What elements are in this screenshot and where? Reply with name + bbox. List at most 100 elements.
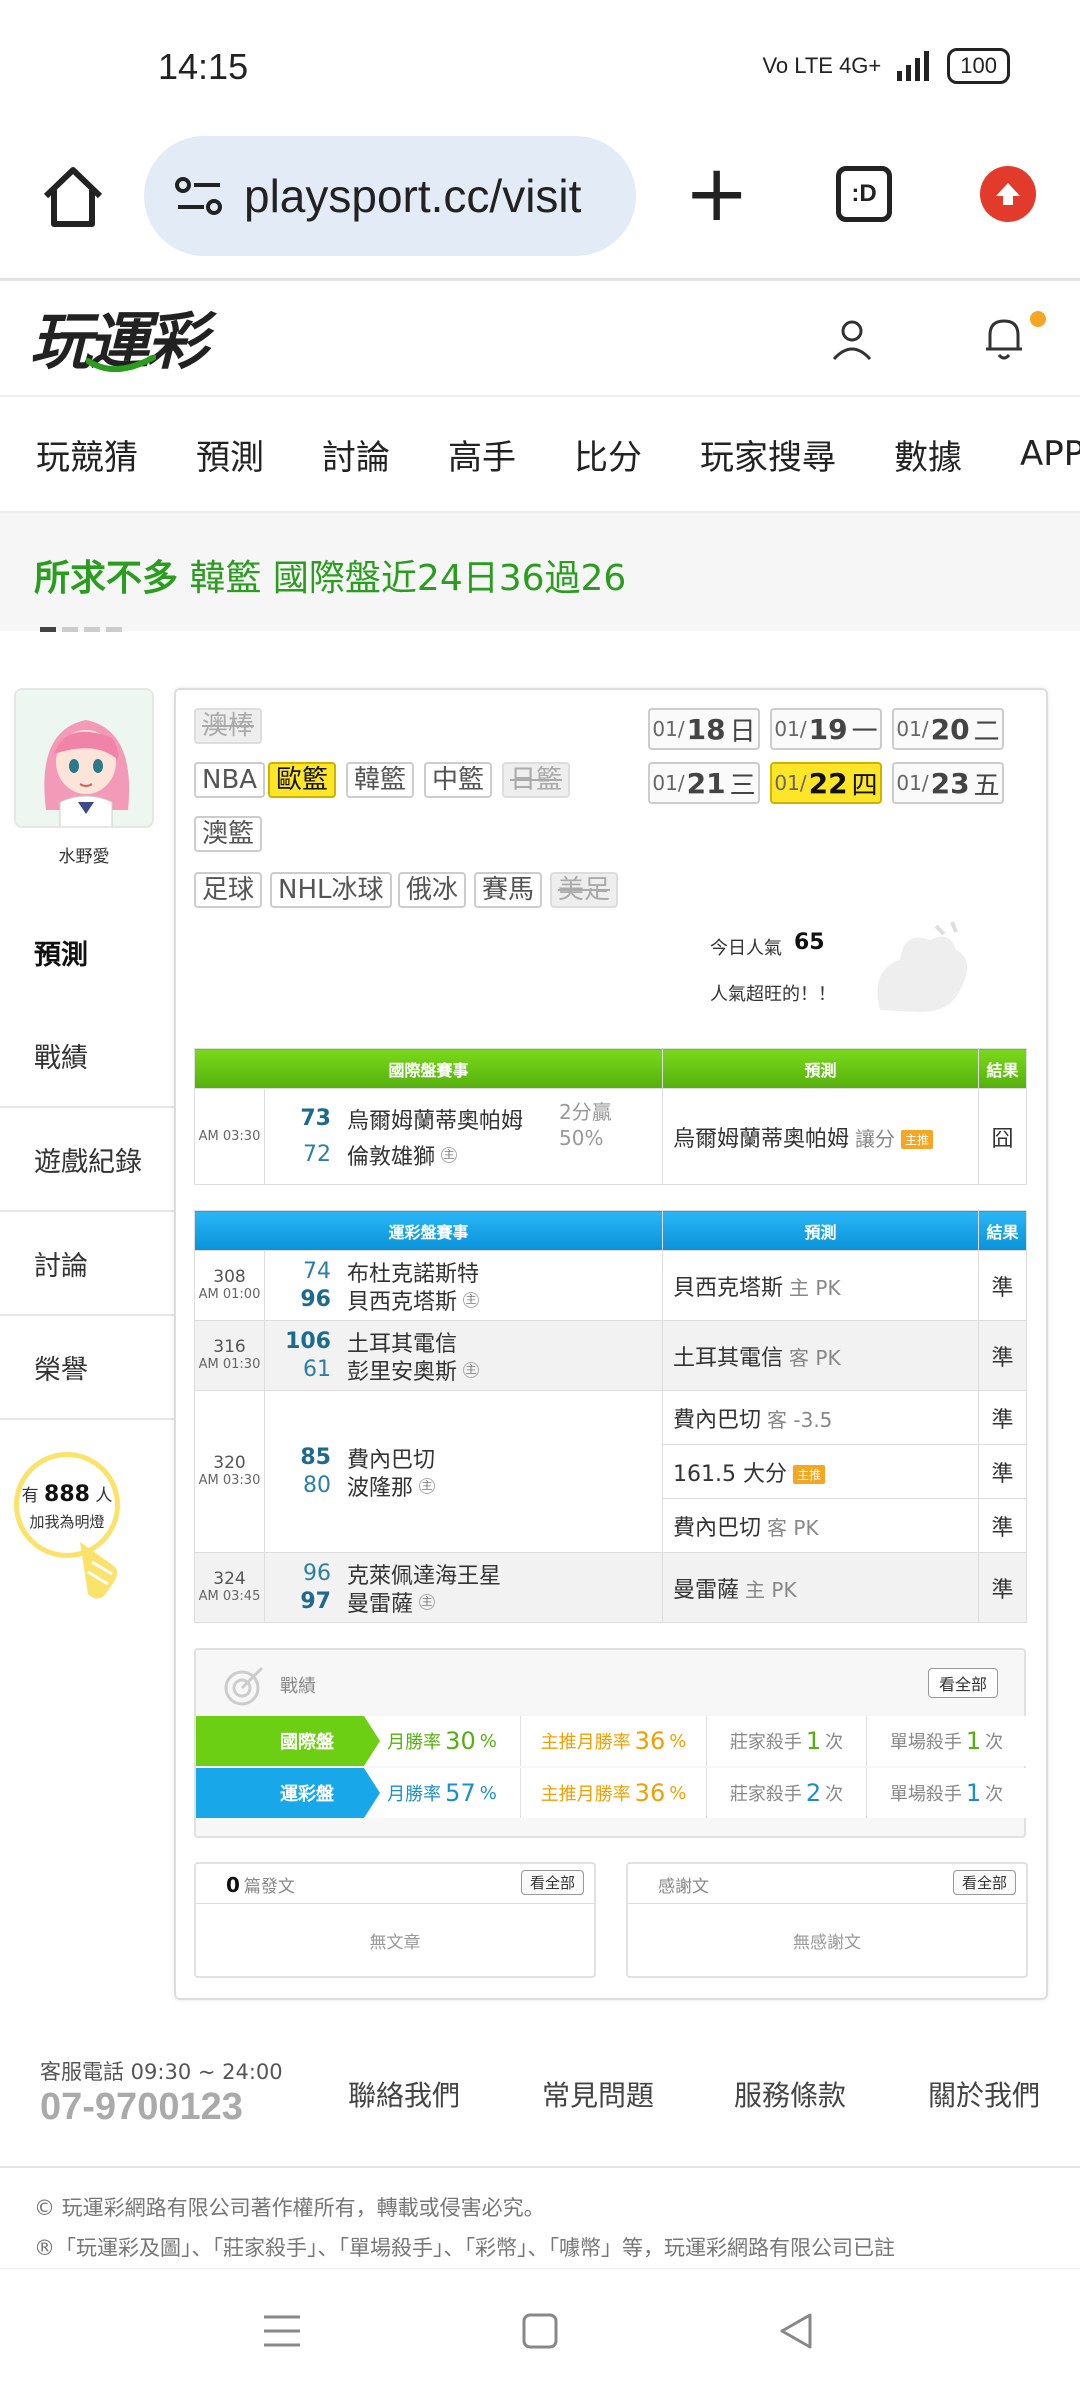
menu-icon[interactable] bbox=[262, 2311, 302, 2351]
user-icon[interactable] bbox=[830, 317, 874, 361]
league-tag-nhl[interactable]: NHL冰球 bbox=[270, 872, 392, 908]
bell-icon[interactable] bbox=[982, 315, 1026, 361]
league-tag-cn-basketball[interactable]: 中籃 bbox=[424, 762, 493, 798]
table-header-result: 結果 bbox=[978, 1048, 1028, 1089]
league-tag-euro-basketball[interactable]: 歐籃 bbox=[268, 762, 337, 798]
table-header-predict: 預測 bbox=[662, 1210, 980, 1251]
nav-item-experts[interactable]: 高手 bbox=[448, 430, 516, 479]
league-tag-kr-basketball[interactable]: 韓籃 bbox=[346, 762, 415, 798]
league-tag-au-baseball[interactable]: 澳棒 bbox=[194, 708, 263, 744]
date-button[interactable]: 01/23 五 bbox=[892, 762, 1004, 804]
new-tab-button[interactable]: + bbox=[684, 155, 749, 233]
nav-item-data[interactable]: 數據 bbox=[894, 430, 962, 479]
nav-item-discuss[interactable]: 討論 bbox=[322, 430, 390, 479]
table-row[interactable]: 316 AM 01:30 106 土耳其電信 61 彭里安奧斯主 土耳其電信客 PK … bbox=[194, 1320, 1028, 1391]
date-button[interactable]: 01/19 一 bbox=[770, 708, 882, 750]
follow-lightbulb-button[interactable]: 有 888 人 加我為明燈 bbox=[14, 1452, 126, 1602]
tab-switcher-button[interactable]: :D bbox=[836, 166, 892, 222]
nav-item-scores[interactable]: 比分 bbox=[574, 430, 642, 479]
league-tag-au-basketball[interactable]: 澳籃 bbox=[194, 816, 263, 852]
pager-dot[interactable] bbox=[62, 627, 78, 632]
game-time: 316 AM 01:30 bbox=[194, 1320, 265, 1391]
thanks-see-all-button[interactable]: 看全部 bbox=[952, 1870, 1016, 1895]
prediction-pick: 土耳其電信客 PK bbox=[662, 1320, 980, 1391]
side-item-record[interactable]: 戰績 bbox=[0, 1004, 174, 1108]
upgrade-button[interactable] bbox=[980, 166, 1036, 222]
arrow-up-icon bbox=[996, 183, 1020, 205]
footer-link-contact[interactable]: 聯絡我們 bbox=[348, 2074, 460, 2114]
avatar-illustration-icon bbox=[16, 690, 152, 826]
marquee-text: 所求不多 韓籃 國際盤近24日36過26 bbox=[34, 549, 626, 601]
side-item-game-log[interactable]: 遊戲紀錄 bbox=[0, 1108, 174, 1212]
footer-link-faq[interactable]: 常見問題 bbox=[542, 2074, 654, 2114]
record-label: 運彩盤 bbox=[196, 1768, 380, 1818]
record-see-all-button[interactable]: 看全部 bbox=[927, 1668, 998, 1698]
league-tag-horse-racing[interactable]: 賽馬 bbox=[474, 872, 543, 908]
pager-dot[interactable] bbox=[84, 627, 100, 632]
support-phone[interactable]: 07-9700123 bbox=[40, 2086, 243, 2129]
home-icon[interactable] bbox=[40, 164, 106, 230]
profile-side-menu: 預測 戰績 遊戲紀錄 討論 榮譽 bbox=[0, 900, 174, 1420]
game-teams: 106 土耳其電信 61 彭里安奧斯主 bbox=[263, 1320, 664, 1391]
side-item-predict[interactable]: 預測 bbox=[0, 900, 174, 1004]
lottery-prediction-table: 運彩盤賽事 預測 結果 308 AM 01:00 74 布杜克諾斯特 96 貝西克塔斯… bbox=[193, 1210, 1028, 1623]
nav-item-predict[interactable]: 預測 bbox=[196, 430, 264, 479]
site-settings-icon[interactable] bbox=[174, 176, 224, 216]
prediction-pick: 費內巴切客 -3.5 bbox=[662, 1390, 980, 1445]
nav-item-guess[interactable]: 玩競猜 bbox=[36, 430, 138, 479]
side-item-honor[interactable]: 榮譽 bbox=[0, 1316, 174, 1420]
date-button-active[interactable]: 01/22 四 bbox=[770, 762, 882, 804]
profile-name: 水野愛 bbox=[58, 847, 110, 867]
lightbulb-base-icon bbox=[80, 1542, 117, 1599]
main-nav: 玩競猜 預測 討論 高手 比分 玩家搜尋 數據 APP bbox=[0, 395, 1080, 513]
game-teams: 73 烏爾姆蘭蒂奧帕姆 72 倫敦雄獅主 2分贏 50% bbox=[263, 1088, 664, 1185]
thanks-box: 感謝文 看全部 無感謝文 bbox=[626, 1862, 1028, 1978]
side-item-discuss[interactable]: 討論 bbox=[0, 1212, 174, 1316]
game-teams: 85 費內巴切 80 波隆那主 bbox=[263, 1390, 664, 1553]
status-bar: 14:15 Vo LTE 4G+ 100 bbox=[0, 0, 1080, 130]
nav-item-app[interactable]: APP bbox=[1020, 434, 1080, 474]
league-tag-jp-basketball[interactable]: 日籃 bbox=[502, 762, 571, 798]
intl-prediction-table: 國際盤賽事 預測 結果 AM 03:30 73 烏爾姆蘭蒂奧帕姆 72 倫敦雄獅主 … bbox=[193, 1048, 1028, 1185]
status-icons: Vo LTE 4G+ 100 bbox=[762, 48, 1010, 84]
game-time: 308 AM 01:00 bbox=[194, 1250, 265, 1321]
thanks-empty-text: 無感謝文 bbox=[793, 1933, 861, 1953]
table-row[interactable]: 308 AM 01:00 74 布杜克諾斯特 96 貝西克塔斯主 貝西克塔斯主 PK … bbox=[194, 1250, 1028, 1321]
posts-see-all-button[interactable]: 看全部 bbox=[520, 1870, 584, 1895]
league-tag-soccer[interactable]: 足球 bbox=[194, 872, 263, 908]
game-time: 324 AM 03:45 bbox=[194, 1552, 265, 1623]
logo-swoosh-icon bbox=[86, 355, 156, 373]
date-button[interactable]: 01/18 日 bbox=[648, 708, 760, 750]
prediction-pick: 費內巴切客 PK bbox=[662, 1498, 980, 1553]
league-tag-nba[interactable]: NBA bbox=[194, 762, 266, 798]
avatar[interactable] bbox=[14, 688, 154, 828]
league-tag-us-football[interactable]: 美足 bbox=[550, 872, 619, 908]
pager-dot[interactable] bbox=[106, 627, 122, 632]
date-button[interactable]: 01/20 二 bbox=[892, 708, 1004, 750]
game-teams: 74 布杜克諾斯特 96 貝西克塔斯主 bbox=[263, 1250, 664, 1321]
handicap-info: 2分贏 50% bbox=[559, 1100, 612, 1150]
url-bar[interactable]: playsport.cc/visit bbox=[144, 136, 636, 256]
pager-dot[interactable] bbox=[40, 627, 56, 632]
game-teams: 96 克萊佩達海王星 97 曼雷薩主 bbox=[263, 1552, 664, 1623]
date-button[interactable]: 01/21 三 bbox=[648, 762, 760, 804]
table-row[interactable]: 324 AM 03:45 96 克萊佩達海王星 97 曼雷薩主 曼雷薩主 PK 準 bbox=[194, 1552, 1028, 1623]
posts-box: 0 篇發文 看全部 無文章 bbox=[194, 1862, 596, 1978]
back-icon[interactable] bbox=[776, 2311, 816, 2351]
footer-link-terms[interactable]: 服務條款 bbox=[734, 2074, 846, 2114]
result-cell: 準 bbox=[978, 1250, 1028, 1321]
marquee-body: 韓籃 國際盤近24日36過26 bbox=[189, 558, 627, 599]
result-cell: 準 bbox=[978, 1320, 1028, 1391]
popularity-label: 今日人氣 bbox=[710, 938, 782, 959]
table-row[interactable]: AM 03:30 73 烏爾姆蘭蒂奧帕姆 72 倫敦雄獅主 2分贏 50% 烏爾姆蘭蒂… bbox=[194, 1088, 1028, 1185]
notification-dot bbox=[1030, 311, 1046, 327]
footer-link-about[interactable]: 關於我們 bbox=[928, 2074, 1040, 2114]
result-cell: 準 bbox=[978, 1552, 1028, 1623]
browser-toolbar: playsport.cc/visit + :D bbox=[0, 130, 1080, 280]
home-square-icon[interactable] bbox=[520, 2311, 560, 2351]
marquee-banner[interactable]: 所求不多 韓籃 國際盤近24日36過26 bbox=[0, 513, 1080, 632]
league-tag-ru-hockey[interactable]: 俄冰 bbox=[398, 872, 467, 908]
marquee-highlight: 所求不多 bbox=[34, 558, 179, 599]
table-row[interactable]: 320 AM 03:30 85 費內巴切 80 波隆那主 費內巴切客 -3.5 準 bbox=[194, 1390, 1028, 1553]
nav-item-player-search[interactable]: 玩家搜尋 bbox=[700, 430, 836, 479]
